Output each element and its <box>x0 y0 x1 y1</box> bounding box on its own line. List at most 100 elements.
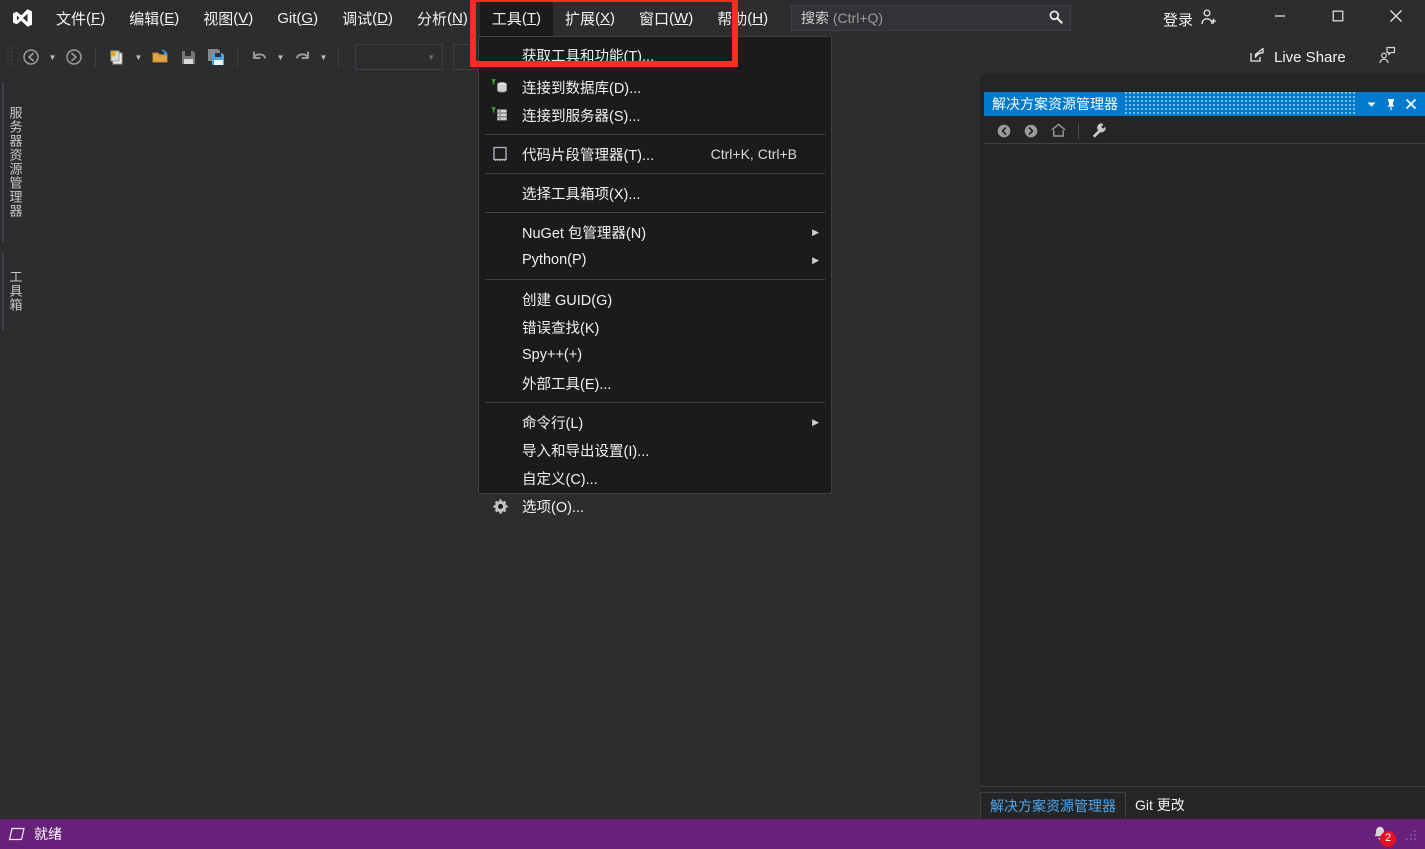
panel-close-button[interactable] <box>1401 92 1421 116</box>
menu-item-code-snippets-manager[interactable]: 代码片段管理器(T)... Ctrl+K, Ctrl+B <box>479 140 831 168</box>
solution-explorer-title: 解决方案资源管理器 <box>992 94 1118 114</box>
menu-item-nuget-package-manager-label: NuGet 包管理器(N) <box>522 222 646 243</box>
menu-item-python[interactable]: Python(P) ▶ <box>479 246 831 274</box>
panel-dropdown-button[interactable] <box>1361 92 1381 116</box>
dock-tab-strip: 解决方案资源管理器 Git 更改 <box>980 786 1425 818</box>
redo-button[interactable] <box>289 44 315 70</box>
menu-item-python-label: Python(P) <box>522 252 586 268</box>
new-project-button[interactable] <box>104 44 130 70</box>
tab-git-changes[interactable]: Git 更改 <box>1126 792 1194 818</box>
toolbar-grip[interactable] <box>6 46 16 68</box>
gear-icon <box>487 492 513 520</box>
menu-item-error-lookup[interactable]: 错误查找(K) <box>479 313 831 341</box>
menu-item-code-snippets-manager-shortcut: Ctrl+K, Ctrl+B <box>711 146 797 162</box>
title-drag-dots[interactable] <box>1124 92 1355 116</box>
menu-item-nuget-package-manager[interactable]: NuGet 包管理器(N) ▶ <box>479 218 831 246</box>
menu-edit[interactable]: 编辑(E) <box>117 0 191 36</box>
panel-pin-button[interactable] <box>1381 92 1401 116</box>
properties-wrench-icon[interactable] <box>1087 119 1111 143</box>
sidebar-tab-toolbox-label: 工具箱 <box>6 270 25 312</box>
menu-help[interactable]: 帮助(H) <box>705 0 780 36</box>
tools-menu-dropdown: 获取工具和功能(T)... 连接到数据库(D)... <box>478 36 832 494</box>
navigate-backward-dropdown-icon[interactable]: ▼ <box>46 44 59 70</box>
menu-tools[interactable]: 工具(T) <box>480 0 553 36</box>
back-icon[interactable] <box>992 119 1016 143</box>
menu-item-import-export-settings[interactable]: 导入和导出设置(I)... <box>479 436 831 464</box>
tab-solution-explorer-label: 解决方案资源管理器 <box>990 796 1116 816</box>
menu-separator-5 <box>485 402 825 403</box>
menu-item-external-tools[interactable]: 外部工具(E)... <box>479 369 831 397</box>
menu-separator-1 <box>485 134 825 135</box>
menu-item-error-lookup-label: 错误查找(K) <box>522 317 599 338</box>
resize-grip-icon[interactable] <box>1405 828 1417 840</box>
maximize-button[interactable] <box>1315 0 1361 32</box>
save-all-button[interactable] <box>203 44 229 70</box>
sidebar-tab-server-explorer[interactable]: 服务器资源管理器 <box>2 82 26 242</box>
tab-solution-explorer[interactable]: 解决方案资源管理器 <box>980 792 1126 818</box>
submenu-arrow-icon: ▶ <box>812 227 819 238</box>
menu-view[interactable]: 视图(V) <box>191 0 265 36</box>
menu-extensions[interactable]: 扩展(X) <box>553 0 627 36</box>
new-project-dropdown-icon[interactable]: ▼ <box>132 44 145 70</box>
menu-item-external-tools-label: 外部工具(E)... <box>522 373 611 394</box>
menu-separator-3 <box>485 212 825 213</box>
visual-studio-logo-icon <box>0 0 44 36</box>
open-file-button[interactable] <box>147 44 173 70</box>
tab-git-changes-label: Git 更改 <box>1135 795 1185 815</box>
menu-item-connect-to-server[interactable]: 连接到服务器(S)... <box>479 101 831 129</box>
status-bar: 就绪 2 <box>0 819 1425 849</box>
toolbar-separator <box>95 47 96 67</box>
menu-item-command-line[interactable]: 命令行(L) ▶ <box>479 408 831 436</box>
forward-icon[interactable] <box>1019 119 1043 143</box>
menu-item-get-tools-and-features[interactable]: 获取工具和功能(T)... <box>479 41 831 69</box>
notifications-button[interactable]: 2 <box>1367 821 1393 847</box>
menu-item-code-snippets-manager-label: 代码片段管理器(T)... <box>522 144 654 165</box>
ready-shape-icon <box>0 827 34 841</box>
code-snippet-icon <box>487 140 513 168</box>
menu-item-customize-label: 自定义(C)... <box>522 468 598 489</box>
submenu-arrow-icon: ▶ <box>812 255 819 266</box>
redo-dropdown-icon[interactable]: ▼ <box>317 44 330 70</box>
menu-item-get-tools-and-features-label: 获取工具和功能(T)... <box>522 45 654 66</box>
menu-file[interactable]: 文件(F) <box>44 0 117 36</box>
visual-studio-window: 文件(F) 编辑(E) 视图(V) Git(G) 调试(D) 分析(N) 工具(… <box>0 0 1425 849</box>
sidebar-tab-server-explorer-label: 服务器资源管理器 <box>6 106 25 218</box>
menu-item-customize[interactable]: 自定义(C)... <box>479 464 831 492</box>
menu-item-spy-plus-plus-label: Spy++(+) <box>522 347 582 363</box>
menu-git[interactable]: Git(G) <box>265 0 330 36</box>
solution-configuration-combo[interactable]: ▼ <box>355 44 443 70</box>
menu-item-connect-to-database-label: 连接到数据库(D)... <box>522 77 641 98</box>
submenu-arrow-icon: ▶ <box>812 417 819 428</box>
minimize-button[interactable] <box>1257 0 1303 32</box>
save-button[interactable] <box>175 44 201 70</box>
menu-analyze[interactable]: 分析(N) <box>405 0 480 36</box>
menu-item-options[interactable]: 选项(O)... <box>479 492 831 520</box>
connect-server-icon <box>487 101 513 129</box>
menu-item-connect-to-database[interactable]: 连接到数据库(D)... <box>479 73 831 101</box>
home-icon[interactable] <box>1046 119 1070 143</box>
sign-in-label: 登录 <box>1163 9 1193 30</box>
menu-separator-2 <box>485 173 825 174</box>
menu-item-choose-toolbox-items[interactable]: 选择工具箱项(X)... <box>479 179 831 207</box>
sign-in-button[interactable]: 登录 <box>1163 7 1218 31</box>
title-bar: 文件(F) 编辑(E) 视图(V) Git(G) 调试(D) 分析(N) 工具(… <box>0 0 1425 36</box>
solution-explorer-tree[interactable] <box>984 144 1425 784</box>
menu-window[interactable]: 窗口(W) <box>627 0 705 36</box>
menu-item-spy-plus-plus[interactable]: Spy++(+) <box>479 341 831 369</box>
navigate-forward-button[interactable] <box>61 44 87 70</box>
search-placeholder-hint: (Ctrl+Q) <box>829 10 883 26</box>
menu-item-create-guid[interactable]: 创建 GUID(G) <box>479 285 831 313</box>
undo-dropdown-icon[interactable]: ▼ <box>274 44 287 70</box>
menu-separator-4 <box>485 279 825 280</box>
sidebar-tab-toolbox[interactable]: 工具箱 <box>2 252 26 330</box>
toolbar-separator <box>1078 123 1079 139</box>
navigate-backward-button[interactable] <box>18 44 44 70</box>
solution-explorer-title-bar: 解决方案资源管理器 <box>984 92 1425 116</box>
undo-button[interactable] <box>246 44 272 70</box>
menu-item-import-export-settings-label: 导入和导出设置(I)... <box>522 440 649 461</box>
close-button[interactable] <box>1373 0 1419 32</box>
account-add-icon <box>1200 8 1218 30</box>
search-input[interactable]: 搜索 (Ctrl+Q) <box>791 5 1071 31</box>
menu-debug[interactable]: 调试(D) <box>330 0 405 36</box>
toolbar-separator-2 <box>237 47 238 67</box>
